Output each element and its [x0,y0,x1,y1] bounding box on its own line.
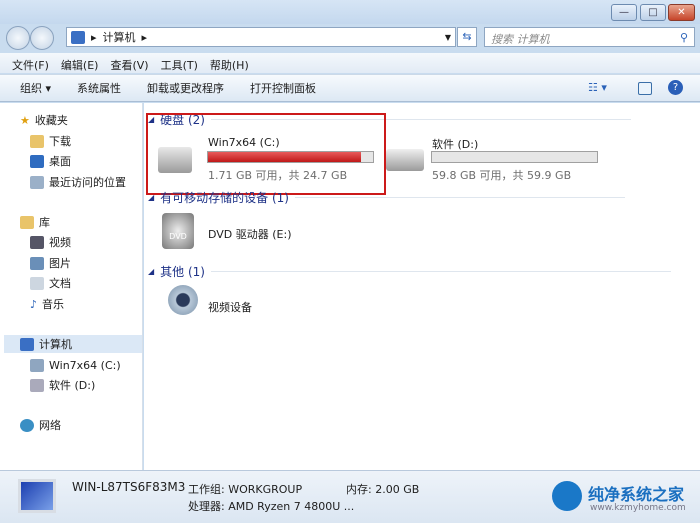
drive-d-name[interactable]: 软件 (D:) [432,136,478,152]
menu-tools[interactable]: 工具(T) [161,57,198,72]
workgroup-info: 工作组: WORKGROUP [188,483,303,496]
help-icon[interactable]: ? [668,80,683,95]
sidebar-item-drive-c[interactable]: Win7x64 (C:) [30,356,121,374]
sidebar-item-pictures[interactable]: 图片 [30,254,71,272]
back-button[interactable] [6,26,30,50]
network-icon [20,418,34,432]
recent-places-icon [30,175,44,189]
minimize-button[interactable]: — [611,4,637,21]
breadcrumb-computer[interactable]: 计算机 [103,29,136,45]
menu-help[interactable]: 帮助(H) [210,57,249,72]
forward-button[interactable] [30,26,54,50]
drive-d-info: 59.8 GB 可用，共 59.9 GB [432,169,572,182]
sidebar-item-recent[interactable]: 最近访问的位置 [30,173,126,191]
menu-edit[interactable]: 编辑(E) [61,57,99,72]
search-icon[interactable]: ⚲ [680,31,688,44]
computer-name: WIN-L87TS6F83M3 [72,480,186,494]
search-input[interactable]: 搜索 计算机 ⚲ [484,27,695,47]
video-icon [30,235,44,249]
watermark-url: www.kzmyhome.com [590,503,686,513]
view-options-icon[interactable]: ☷ ▾ [588,81,607,94]
webcam-icon [168,285,198,315]
preview-pane-icon[interactable] [638,82,652,95]
open-control-panel-button[interactable]: 打开控制面板 [250,80,316,96]
drive-icon [30,378,44,392]
drive-icon [386,149,424,171]
sidebar-item-desktop[interactable]: 桌面 [30,152,71,170]
pictures-icon [30,256,44,270]
sidebar-favorites[interactable]: ★ 收藏夹 [20,111,68,129]
computer-icon [20,337,34,351]
music-icon: ♪ [30,297,38,311]
sidebar-item-documents[interactable]: 文档 [30,274,71,292]
windows-drive-icon [30,358,44,372]
menu-bar: 文件(F) 编辑(E) 查看(V) 工具(T) 帮助(H) [0,53,700,73]
sidebar-network[interactable]: 网络 [20,416,61,434]
address-bar[interactable]: ▸ 计算机 ▸ ▼ [66,27,456,47]
system-properties-button[interactable]: 系统属性 [77,80,121,96]
dvd-drive-name[interactable]: DVD 驱动器 (E:) [208,226,292,242]
navigation-pane: ★ 收藏夹 下载 桌面 最近访问的位置 库 视频 图片 文档 ♪ 音乐 计算机 Wi… [0,103,143,470]
computer-icon [18,479,56,513]
chevron-right-icon[interactable]: ▸ [142,31,148,44]
menu-view[interactable]: 查看(V) [110,57,148,72]
sidebar-item-videos[interactable]: 视频 [30,233,71,251]
group-header-removable[interactable]: ◢ 有可移动存储的设备 (1) [148,189,625,206]
watermark-text: 纯净系统之家 [588,485,685,504]
downloads-icon [30,134,44,148]
sidebar-computer[interactable]: 计算机 [4,335,142,353]
refresh-icon[interactable]: ⇆ [457,27,477,47]
maximize-button[interactable]: □ [640,4,666,21]
dropdown-icon[interactable]: ▼ [445,33,451,42]
sidebar-item-drive-d[interactable]: 软件 (D:) [30,376,95,394]
drive-d-usage-bar [431,151,598,163]
dvd-drive-icon: DVD [162,213,194,249]
close-button[interactable]: ✕ [668,4,695,21]
sidebar-libraries[interactable]: 库 [20,213,50,231]
title-bar [0,0,700,24]
group-header-other[interactable]: ◢ 其他 (1) [148,263,671,280]
menu-file[interactable]: 文件(F) [12,57,49,72]
highlight-box [146,113,386,195]
star-icon: ★ [20,113,30,127]
video-device-name[interactable]: 视频设备 [208,299,252,315]
sidebar-item-music[interactable]: ♪ 音乐 [30,295,64,313]
memory-info: 内存: 2.00 GB [346,483,420,496]
sidebar-item-downloads[interactable]: 下载 [30,132,71,150]
content-pane: ◢ 硬盘 (2) Win7x64 (C:) 1.71 GB 可用，共 24.7 G… [144,103,700,470]
watermark-logo-icon [552,481,582,511]
library-icon [20,215,34,229]
uninstall-program-button[interactable]: 卸载或更改程序 [147,80,224,96]
processor-info: 处理器: AMD Ryzen 7 4800U ... [188,500,355,513]
details-pane: WIN-L87TS6F83M3 工作组: WORKGROUP 内存: 2.00 … [0,470,700,523]
organize-button[interactable]: 组织 ▾ [20,80,51,96]
chevron-right-icon: ▸ [91,30,97,44]
desktop-icon [30,154,44,168]
computer-icon [71,30,85,44]
command-bar: 组织 ▾ 系统属性 卸载或更改程序 打开控制面板 ☷ ▾ ? [0,74,700,102]
documents-icon [30,276,44,290]
